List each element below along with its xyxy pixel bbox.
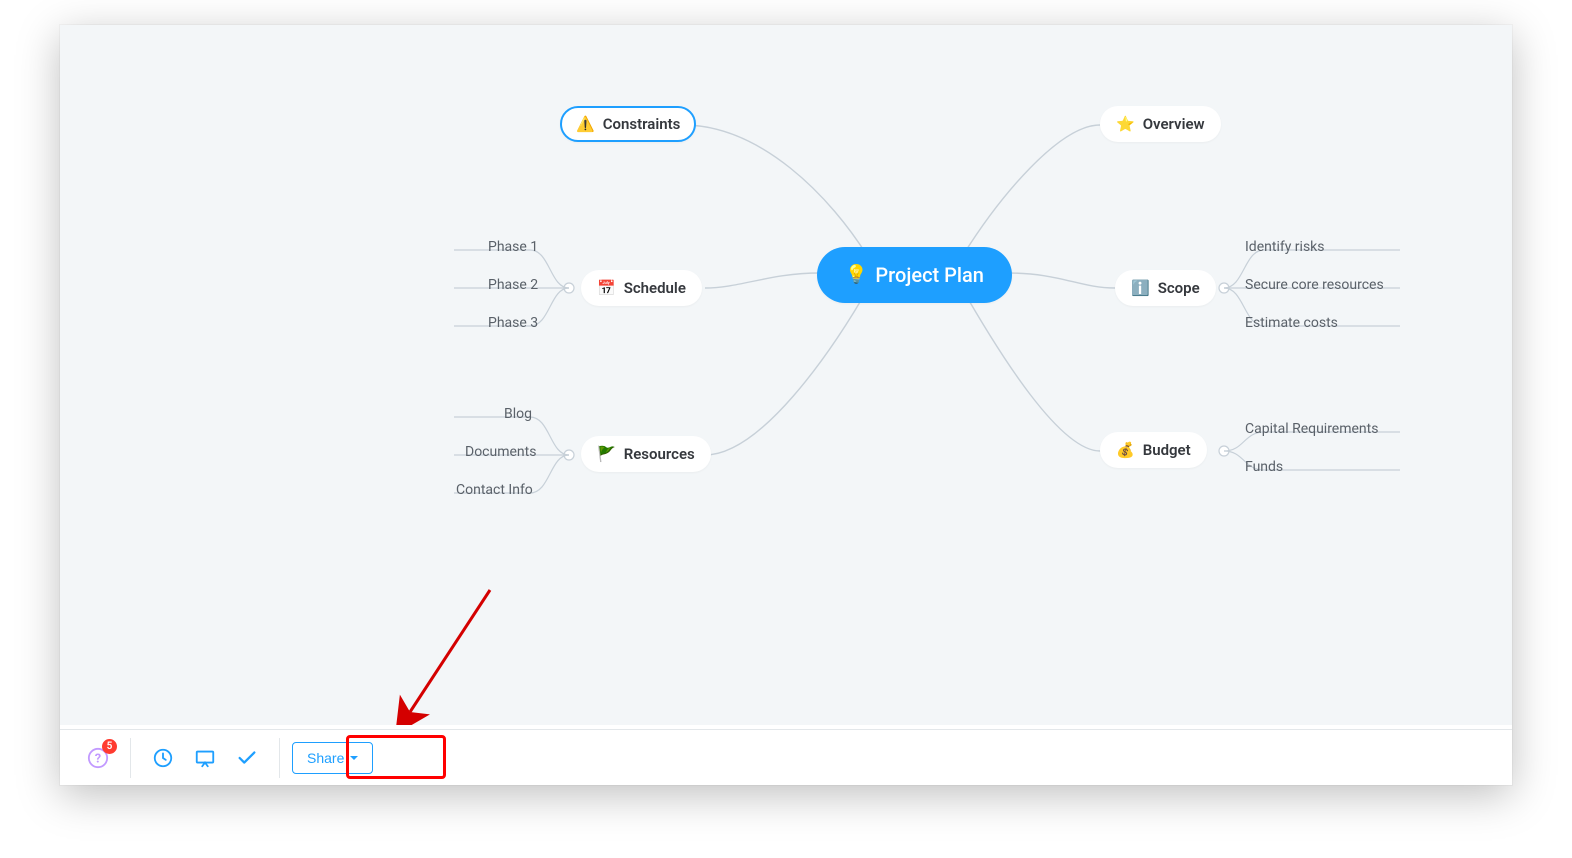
lightbulb-icon: 💡 bbox=[845, 266, 867, 284]
clock-icon bbox=[152, 747, 174, 769]
leaf-budget-0[interactable]: Capital Requirements bbox=[1245, 421, 1378, 437]
present-button[interactable] bbox=[185, 738, 225, 778]
node-constraints[interactable]: ⚠️ Constraints bbox=[560, 106, 696, 142]
share-button[interactable]: Share bbox=[292, 742, 373, 774]
node-label: Project Plan bbox=[875, 263, 984, 287]
connector-lines bbox=[60, 25, 1512, 725]
help-button[interactable]: ? 5 bbox=[78, 738, 118, 778]
node-budget[interactable]: 💰 Budget bbox=[1100, 432, 1207, 468]
leaf-scope-2[interactable]: Estimate costs bbox=[1245, 315, 1338, 331]
chevron-down-icon bbox=[350, 756, 358, 760]
info-icon: ℹ️ bbox=[1131, 281, 1150, 296]
node-label: Schedule bbox=[624, 279, 686, 297]
history-button[interactable] bbox=[143, 738, 183, 778]
app-window: 💡 Project Plan ⚠️ Constraints ⭐ Overview… bbox=[60, 25, 1512, 785]
task-complete-button[interactable] bbox=[227, 738, 267, 778]
node-overview[interactable]: ⭐ Overview bbox=[1100, 106, 1221, 142]
calendar-icon: 📅 bbox=[597, 281, 616, 296]
separator bbox=[130, 738, 131, 778]
leaf-resources-0[interactable]: Blog bbox=[504, 406, 532, 422]
leaf-schedule-1[interactable]: Phase 2 bbox=[488, 277, 538, 293]
leaf-scope-1[interactable]: Secure core resources bbox=[1245, 277, 1384, 293]
node-schedule[interactable]: 📅 Schedule bbox=[581, 270, 702, 306]
moneybag-icon: 💰 bbox=[1116, 443, 1135, 458]
bottom-toolbar: ? 5 Share bbox=[60, 729, 1512, 785]
node-label: Resources bbox=[624, 445, 695, 463]
node-scope[interactable]: ℹ️ Scope bbox=[1115, 270, 1216, 306]
node-center[interactable]: 💡 Project Plan bbox=[817, 247, 1012, 303]
notification-badge: 5 bbox=[102, 739, 117, 754]
star-icon: ⭐ bbox=[1116, 117, 1135, 132]
presentation-icon bbox=[194, 747, 216, 769]
leaf-scope-0[interactable]: Identify risks bbox=[1245, 239, 1325, 255]
node-label: Scope bbox=[1158, 279, 1200, 297]
warning-icon: ⚠️ bbox=[576, 117, 595, 132]
mindmap-canvas[interactable]: 💡 Project Plan ⚠️ Constraints ⭐ Overview… bbox=[60, 25, 1512, 725]
leaf-schedule-2[interactable]: Phase 3 bbox=[488, 315, 538, 331]
leaf-budget-1[interactable]: Funds bbox=[1245, 459, 1283, 475]
leaf-schedule-0[interactable]: Phase 1 bbox=[488, 239, 538, 255]
node-label: Constraints bbox=[603, 115, 681, 133]
node-label: Budget bbox=[1143, 441, 1191, 459]
node-resources[interactable]: 🚩 Resources bbox=[581, 436, 711, 472]
flag-icon: 🚩 bbox=[597, 447, 616, 462]
share-label: Share bbox=[307, 750, 344, 766]
node-label: Overview bbox=[1143, 115, 1205, 133]
checkmark-icon bbox=[236, 747, 258, 769]
svg-text:?: ? bbox=[95, 751, 101, 766]
leaf-resources-1[interactable]: Documents bbox=[465, 444, 536, 460]
annotation-arrow bbox=[380, 582, 520, 725]
separator bbox=[279, 738, 280, 778]
leaf-resources-2[interactable]: Contact Info bbox=[456, 482, 533, 498]
